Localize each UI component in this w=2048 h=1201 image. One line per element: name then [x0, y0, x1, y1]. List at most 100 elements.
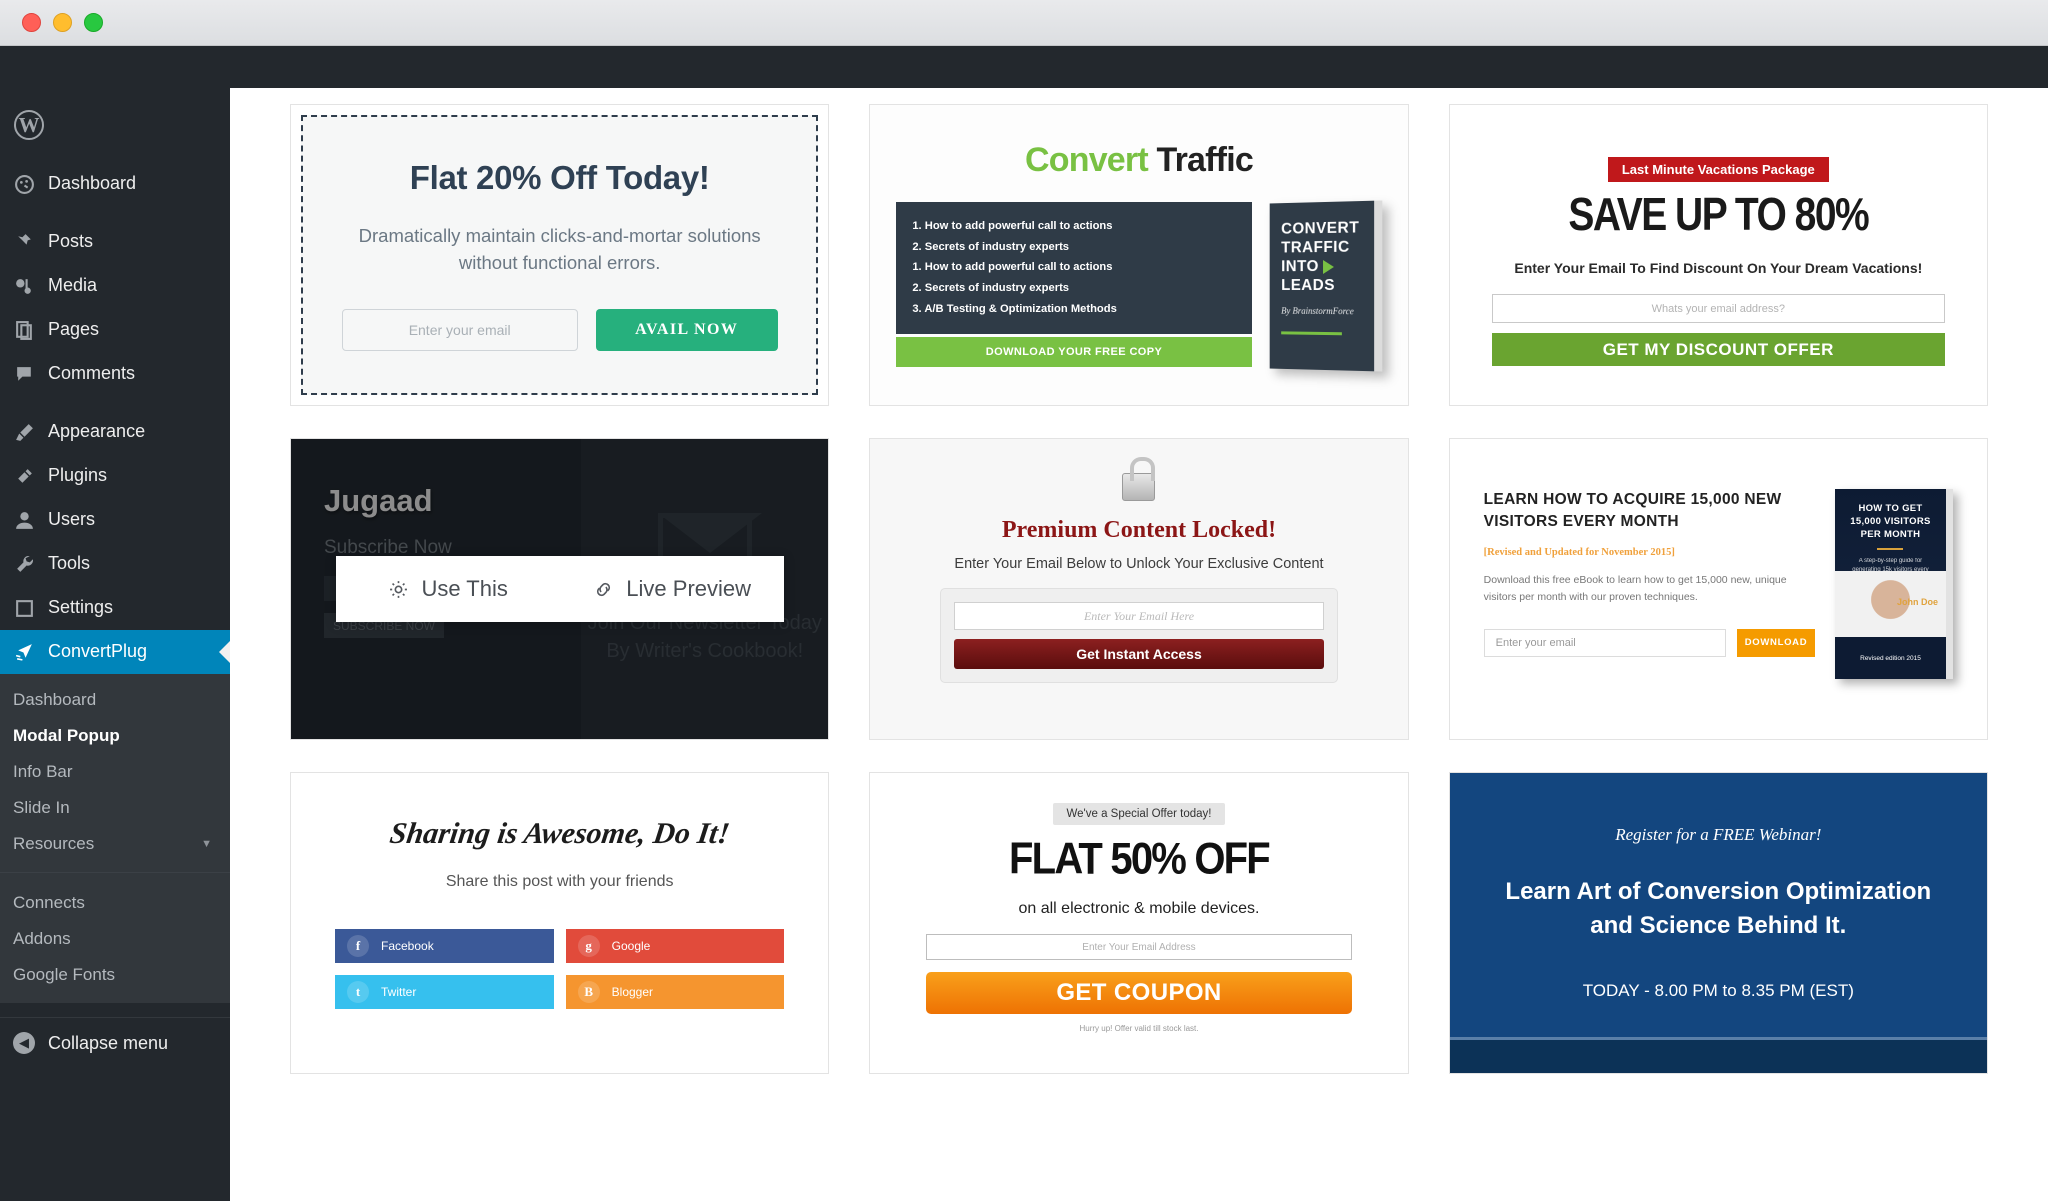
- submenu-item-slide-in[interactable]: Slide In: [0, 790, 230, 826]
- submenu-item-label: Info Bar: [13, 762, 73, 781]
- locked-submit-button[interactable]: Get Instant Access: [954, 639, 1324, 669]
- sidebar-item-media[interactable]: Media: [0, 264, 230, 308]
- minimize-window-button[interactable]: [53, 13, 72, 32]
- template-card-sharing[interactable]: Sharing is Awesome, Do It! Share this po…: [290, 772, 830, 1074]
- submenu-item-label: Dashboard: [13, 690, 97, 709]
- sidebar-item-tools[interactable]: Tools: [0, 542, 230, 586]
- template-action-bar: Use This Live Preview: [335, 556, 784, 622]
- save80-subtitle: Enter Your Email To Find Discount On You…: [1514, 260, 1923, 276]
- facebook-icon: f: [347, 935, 369, 957]
- convert-preview: Convert Traffic 1. How to add powerful c…: [870, 105, 1408, 405]
- submenu-item-label: Slide In: [13, 798, 70, 817]
- sidebar-item-posts[interactable]: Posts: [0, 220, 230, 264]
- use-this-button[interactable]: Use This: [336, 556, 560, 622]
- convert-body-row: 1. How to add powerful call to actions 2…: [896, 200, 1382, 372]
- ebook-accent-line: [1280, 330, 1342, 335]
- template-card-webinar[interactable]: Register for a FREE Webinar! Learn Art o…: [1448, 772, 1988, 1074]
- sidebar-item-label: Tools: [48, 553, 91, 574]
- acquire-download-button[interactable]: DOWNLOAD: [1736, 628, 1815, 657]
- convertplug-submenu-secondary: Connects Addons Google Fonts: [0, 872, 230, 1003]
- save80-submit-button[interactable]: GET MY DISCOUNT OFFER: [1491, 333, 1945, 366]
- sidebar-item-label: Appearance: [48, 421, 146, 442]
- list-item: 2. Secrets of industry experts: [912, 240, 1070, 253]
- flat20-title: Flat 20% Off Today!: [409, 159, 710, 197]
- flat20-preview: Flat 20% Off Today! Dramatically maintai…: [301, 115, 819, 395]
- template-card-convert-traffic[interactable]: Convert Traffic 1. How to add powerful c…: [869, 104, 1409, 406]
- sidebar-item-appearance[interactable]: Appearance: [0, 410, 230, 454]
- acquire-email-input[interactable]: Enter your email: [1483, 628, 1726, 657]
- template-card-premium-locked[interactable]: Premium Content Locked! Enter Your Email…: [869, 438, 1409, 740]
- submenu-item-google-fonts[interactable]: Google Fonts: [0, 957, 230, 993]
- ebook-line-3: INTO: [1281, 257, 1364, 276]
- webinar-preview: Register for a FREE Webinar! Learn Art o…: [1449, 773, 1987, 1073]
- webinar-time: TODAY - 8.00 PM to 8.35 PM (EST): [1582, 981, 1854, 1001]
- share-button-blogger[interactable]: B Blogger: [565, 975, 785, 1009]
- sidebar-item-dashboard[interactable]: Dashboard: [0, 162, 230, 206]
- chevron-down-icon: ▼: [201, 838, 212, 850]
- wrench-icon: [13, 553, 35, 575]
- locked-preview: Premium Content Locked! Enter Your Email…: [870, 439, 1408, 739]
- wordpress-logo-row: W: [0, 102, 230, 148]
- wp-admin-bar: [0, 46, 2048, 88]
- submenu-item-info-bar[interactable]: Info Bar: [0, 754, 230, 790]
- submenu-item-resources[interactable]: Resources ▼: [0, 826, 230, 862]
- live-preview-button[interactable]: Live Preview: [560, 556, 784, 622]
- sidebar-primary-menu: Dashboard Posts Media Pages Comments App…: [0, 162, 230, 674]
- template-card-jugaad[interactable]: Jugaad Subscribe Now SUBSCRIBE NOW Join …: [290, 438, 830, 740]
- share-button-google[interactable]: g Google: [565, 929, 785, 963]
- submenu-item-addons[interactable]: Addons: [0, 921, 230, 957]
- sidebar-item-settings[interactable]: Settings: [0, 586, 230, 630]
- template-card-save80[interactable]: Last Minute Vacations Package SAVE UP TO…: [1448, 104, 1988, 406]
- flat50-email-input[interactable]: Enter Your Email Address: [926, 934, 1352, 960]
- collapse-icon: ◀: [13, 1032, 35, 1054]
- live-preview-label: Live Preview: [626, 576, 752, 601]
- sidebar-item-convertplug[interactable]: ConvertPlug: [0, 630, 230, 674]
- ebook-author: By BrainstormForce: [1280, 305, 1354, 316]
- close-window-button[interactable]: [22, 13, 41, 32]
- list-item: 3. A/B Testing & Optimization Methods: [912, 302, 1117, 315]
- share-button-twitter[interactable]: t Twitter: [335, 975, 554, 1009]
- locked-subtitle: Enter Your Email Below to Unlock Your Ex…: [954, 556, 1324, 572]
- locked-email-input[interactable]: Enter Your Email Here: [954, 602, 1324, 630]
- webinar-register-label: Register for a FREE Webinar!: [1615, 825, 1822, 844]
- list-item: 1. How to add powerful call to actions: [912, 261, 1113, 274]
- template-cell: We've a Special Offer today! FLAT 50% OF…: [849, 756, 1428, 1090]
- window-traffic-lights: [22, 13, 103, 32]
- user-icon: [13, 509, 35, 531]
- acquire-description: Download this free eBook to learn how to…: [1483, 573, 1787, 604]
- acquire-title: LEARN HOW TO ACQUIRE 15,000 NEW VISITORS…: [1483, 491, 1782, 531]
- sidebar-item-comments[interactable]: Comments: [0, 352, 230, 396]
- media-icon: [13, 275, 35, 297]
- maximize-window-button[interactable]: [84, 13, 103, 32]
- ebook-line-1: CONVERT: [1280, 219, 1359, 238]
- share-button-facebook[interactable]: f Facebook: [335, 929, 554, 963]
- pin-icon: [13, 231, 35, 253]
- flat20-email-input[interactable]: Enter your email: [341, 308, 578, 351]
- sidebar-item-pages[interactable]: Pages: [0, 308, 230, 352]
- template-card-flat20[interactable]: Flat 20% Off Today! Dramatically maintai…: [290, 104, 830, 406]
- padlock-icon: [1122, 457, 1156, 501]
- sidebar-item-label: Pages: [48, 319, 100, 340]
- share-button-label: Twitter: [381, 985, 417, 999]
- template-card-flat50[interactable]: We've a Special Offer today! FLAT 50% OF…: [869, 772, 1409, 1074]
- save80-email-input[interactable]: Whats your email address?: [1491, 294, 1945, 323]
- convert-download-button[interactable]: DOWNLOAD YOUR FREE COPY: [896, 336, 1252, 367]
- template-card-acquire15k[interactable]: LEARN HOW TO ACQUIRE 15,000 NEW VISITORS…: [1448, 438, 1988, 740]
- submenu-item-modal-popup[interactable]: Modal Popup: [0, 718, 230, 754]
- template-cell: Last Minute Vacations Package SAVE UP TO…: [1429, 88, 2008, 422]
- flat20-body: Dramatically maintain clicks-and-mortar …: [358, 225, 761, 273]
- template-grid: Flat 20% Off Today! Dramatically maintai…: [230, 88, 2048, 1090]
- webinar-footer-strip: [1449, 1037, 1987, 1073]
- list-item: 1. How to add powerful call to actions: [912, 220, 1113, 232]
- flat50-submit-button[interactable]: GET COUPON: [926, 972, 1352, 1014]
- sidebar-item-users[interactable]: Users: [0, 498, 230, 542]
- submenu-item-label: Connects: [13, 893, 85, 912]
- flat20-submit-button[interactable]: AVAIL NOW: [595, 308, 778, 351]
- submenu-item-dashboard[interactable]: Dashboard: [0, 682, 230, 718]
- convert-title-green: Convert: [1025, 141, 1149, 179]
- submenu-item-connects[interactable]: Connects: [0, 885, 230, 921]
- collapse-menu-button[interactable]: ◀ Collapse menu: [0, 1017, 230, 1068]
- template-cell: Register for a FREE Webinar! Learn Art o…: [1429, 756, 2008, 1090]
- ebook-edition: Revised edition 2015: [1834, 637, 1946, 679]
- sidebar-item-plugins[interactable]: Plugins: [0, 454, 230, 498]
